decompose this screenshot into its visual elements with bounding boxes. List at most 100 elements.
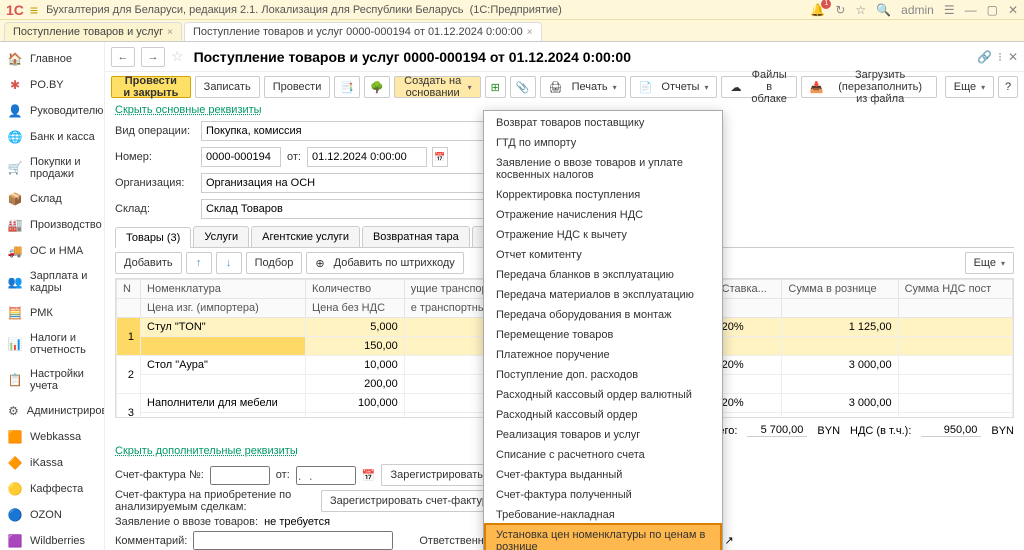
burger-icon[interactable]: ≡ <box>30 2 38 18</box>
menu-item[interactable]: Реализация товаров и услуг <box>484 425 722 445</box>
favorite-star-icon[interactable]: ☆ <box>171 48 184 65</box>
post-and-close-button[interactable]: Провести и закрыть <box>111 76 191 98</box>
upload-from-file-button[interactable]: 📥 Загрузить (перезаполнить) из файла <box>801 76 937 98</box>
more-button[interactable]: Еще <box>945 76 994 98</box>
print-button[interactable]: 🖨 Печать <box>540 76 626 98</box>
sidebar-item[interactable]: 🚚ОС и НМА <box>0 238 104 264</box>
calendar-icon[interactable]: 📅 <box>362 469 376 482</box>
comment-input[interactable] <box>193 531 393 550</box>
sidebar-item[interactable]: 👥Зарплата и кадры <box>0 264 104 300</box>
date-input[interactable] <box>307 147 427 167</box>
close-icon[interactable]: × <box>167 27 173 38</box>
hide-extra-props-link[interactable]: Скрыть дополнительные реквизиты <box>105 443 308 459</box>
close-doc-icon[interactable]: ✕ <box>1008 50 1018 64</box>
sidebar-item[interactable]: 🔵OZON <box>0 502 104 528</box>
sidebar-item[interactable]: 👤Руководителю <box>0 98 104 124</box>
nav-fwd-button[interactable]: → <box>141 47 165 67</box>
history-icon[interactable]: ↻ <box>835 3 845 17</box>
menu-item[interactable]: Расходный кассовый ордер <box>484 405 722 425</box>
doc-tab[interactable]: Возвратная тара <box>362 226 470 247</box>
menu-item[interactable]: Платежное поручение <box>484 345 722 365</box>
sidebar-item[interactable]: 📦Склад <box>0 186 104 212</box>
menu-item[interactable]: Расходный кассовый ордер валютный <box>484 385 722 405</box>
pick-button[interactable]: Подбор <box>246 252 303 274</box>
post-button[interactable]: Провести <box>264 76 331 98</box>
add-barcode-button[interactable]: ⊕ Добавить по штрихкоду <box>306 252 463 274</box>
search-icon[interactable]: 🔍 <box>876 3 891 17</box>
number-input[interactable] <box>201 147 281 167</box>
menu-item[interactable]: Установка цен номенклатуры по ценам в ро… <box>484 523 722 550</box>
column-header[interactable]: Сумма НДС пост <box>898 280 1012 299</box>
help-icon[interactable]: ⁝ <box>998 50 1002 64</box>
minimize-icon[interactable]: — <box>965 3 977 17</box>
reports-button[interactable]: 📄 Отчеты <box>630 76 718 98</box>
menu-item[interactable]: Списание с расчетного счета <box>484 445 722 465</box>
nav-back-button[interactable]: ← <box>111 47 135 67</box>
sidebar-item[interactable]: 🏭Производство <box>0 212 104 238</box>
table-more-button[interactable]: Еще <box>965 252 1014 274</box>
invoice-date-input[interactable] <box>296 466 356 485</box>
settings-icon[interactable]: ☰ <box>944 3 955 17</box>
register-invoice2-button[interactable]: Зарегистрировать счет-фактуру <box>321 490 502 512</box>
column-header[interactable]: Номенклатура <box>141 280 306 299</box>
menu-item[interactable]: Заявление о ввозе товаров и уплате косве… <box>484 153 722 185</box>
menu-item[interactable]: Передача материалов в эксплуатацию <box>484 285 722 305</box>
write-button[interactable]: Записать <box>195 76 260 98</box>
menu-item[interactable]: Отражение НДС к вычету <box>484 225 722 245</box>
menu-item[interactable]: Корректировка поступления <box>484 185 722 205</box>
sidebar-item[interactable]: 🟡Каффеста <box>0 476 104 502</box>
menu-item[interactable]: Поступление доп. расходов <box>484 365 722 385</box>
sidebar-item[interactable]: ⚙Администрирование <box>0 398 104 424</box>
move-down-icon[interactable]: ↓ <box>216 252 242 274</box>
tab-document[interactable]: Поступление товаров и услуг 0000-000194 … <box>184 22 542 41</box>
sidebar-item[interactable]: 🧮РМК <box>0 300 104 326</box>
doc-tab[interactable]: Товары (3) <box>115 227 191 248</box>
menu-item[interactable]: Отчет комитенту <box>484 245 722 265</box>
cloud-files-button[interactable]: ☁ Файлы в облаке <box>721 76 796 98</box>
bell-icon[interactable]: 🔔 <box>810 3 825 17</box>
menu-item[interactable]: Возврат товаров поставщику <box>484 113 722 133</box>
menu-item[interactable]: ГТД по импорту <box>484 133 722 153</box>
sidebar-item[interactable]: 📋Настройки учета <box>0 362 104 398</box>
invoice-num-input[interactable] <box>210 466 270 485</box>
structure-icon[interactable]: 🌳 <box>364 76 390 98</box>
close-icon[interactable]: × <box>527 27 533 38</box>
doc-tab[interactable]: Услуги <box>193 226 249 247</box>
movements-icon[interactable]: 📑 <box>334 76 360 98</box>
open-icon[interactable]: ↗ <box>725 534 734 547</box>
help-button[interactable]: ? <box>998 76 1018 98</box>
sidebar-item[interactable]: 📊Налоги и отчетность <box>0 326 104 362</box>
create-based-menu[interactable]: Возврат товаров поставщикуГТД по импорту… <box>483 110 723 550</box>
sidebar-item[interactable]: 🔶iKassa <box>0 450 104 476</box>
sidebar-item[interactable]: 🛒Покупки и продажи <box>0 150 104 186</box>
menu-item[interactable]: Требование-накладная <box>484 505 722 525</box>
column-header[interactable]: Ставка... <box>715 280 782 299</box>
user-label[interactable]: admin <box>901 3 934 17</box>
column-header[interactable]: Количество <box>306 280 405 299</box>
menu-item[interactable]: Передача бланков в эксплуатацию <box>484 265 722 285</box>
menu-item[interactable]: Передача оборудования в монтаж <box>484 305 722 325</box>
attach-icon[interactable]: 📎 <box>510 76 536 98</box>
menu-item[interactable]: Перемещение товаров <box>484 325 722 345</box>
link-icon[interactable]: 🔗 <box>977 50 992 64</box>
sidebar-item[interactable]: 🟧Webkassa <box>0 424 104 450</box>
star-icon[interactable]: ☆ <box>855 3 866 17</box>
create-based-button[interactable]: Создать на основании <box>394 76 481 98</box>
column-header[interactable]: Сумма в рознице <box>782 280 898 299</box>
excel-icon[interactable]: ⊞ <box>485 76 506 98</box>
sidebar-item[interactable]: 🌐Банк и касса <box>0 124 104 150</box>
calendar-icon[interactable]: 📅 <box>432 147 448 167</box>
sidebar-item[interactable]: 🏠Главное <box>0 46 104 72</box>
sidebar-item[interactable]: 🟪Wildberries <box>0 528 104 550</box>
sidebar-item[interactable]: ✱PO.BY <box>0 72 104 98</box>
maximize-icon[interactable]: ▢ <box>987 3 998 17</box>
hide-main-props-link[interactable]: Скрыть основные реквизиты <box>105 102 272 118</box>
menu-item[interactable]: Счет-фактура выданный <box>484 465 722 485</box>
move-up-icon[interactable]: ↑ <box>186 252 212 274</box>
menu-item[interactable]: Счет-фактура полученный <box>484 485 722 505</box>
tab-list[interactable]: Поступление товаров и услуг× <box>4 22 182 41</box>
close-icon[interactable]: ✕ <box>1008 3 1018 17</box>
doc-tab[interactable]: Агентские услуги <box>251 226 360 247</box>
add-row-button[interactable]: Добавить <box>115 252 182 274</box>
menu-item[interactable]: Отражение начисления НДС <box>484 205 722 225</box>
